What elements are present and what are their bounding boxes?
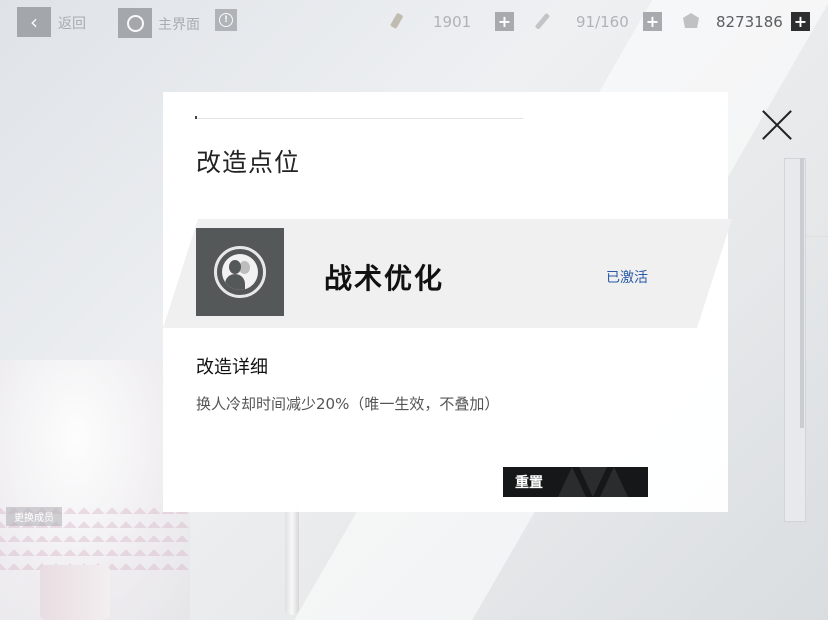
home-button[interactable] (118, 8, 152, 38)
add-parts-button[interactable]: + (643, 12, 662, 31)
chevron-left-icon: ‹ (30, 10, 38, 34)
detail-heading: 改造详细 (196, 357, 268, 378)
tactical-optimization-icon (196, 228, 284, 316)
notice-button[interactable]: ! (215, 9, 237, 31)
bullet-icon (390, 13, 403, 29)
background-scrollbar (800, 158, 804, 428)
back-button[interactable]: ‹ (17, 7, 51, 37)
add-bullets-button[interactable]: + (495, 12, 514, 31)
home-circle-icon (126, 14, 144, 32)
wrench-icon (535, 13, 550, 30)
change-member-label: 更换成员 (6, 507, 62, 526)
dialog-top-marker (195, 116, 197, 119)
close-icon[interactable] (760, 108, 794, 142)
module-status-badge: 已激活 (606, 270, 648, 286)
home-label[interactable]: 主界面 (158, 14, 200, 34)
top-bar: ‹ 返回 主界面 ! 1901 + 91/160 + 8273186 + (0, 0, 828, 44)
resource-core-value: 8273186 (716, 13, 783, 31)
add-core-button[interactable]: + (791, 12, 810, 31)
resource-bullets-value: 1901 (433, 13, 472, 31)
dialog-title: 改造点位 (196, 148, 301, 177)
dialog-top-divider (195, 118, 523, 119)
exclamation-icon: ! (219, 13, 233, 27)
reset-button-label: 重置 (515, 475, 543, 491)
background-character-legs (40, 565, 110, 620)
core-icon (683, 13, 699, 28)
background-staff (285, 500, 299, 615)
detail-description: 换人冷却时间减少20%（唯一生效，不叠加） (196, 395, 500, 413)
module-name: 战术优化 (324, 262, 445, 295)
reset-button[interactable]: 重置 (503, 467, 648, 497)
back-label[interactable]: 返回 (58, 13, 86, 33)
resource-parts-value: 91/160 (576, 13, 629, 31)
